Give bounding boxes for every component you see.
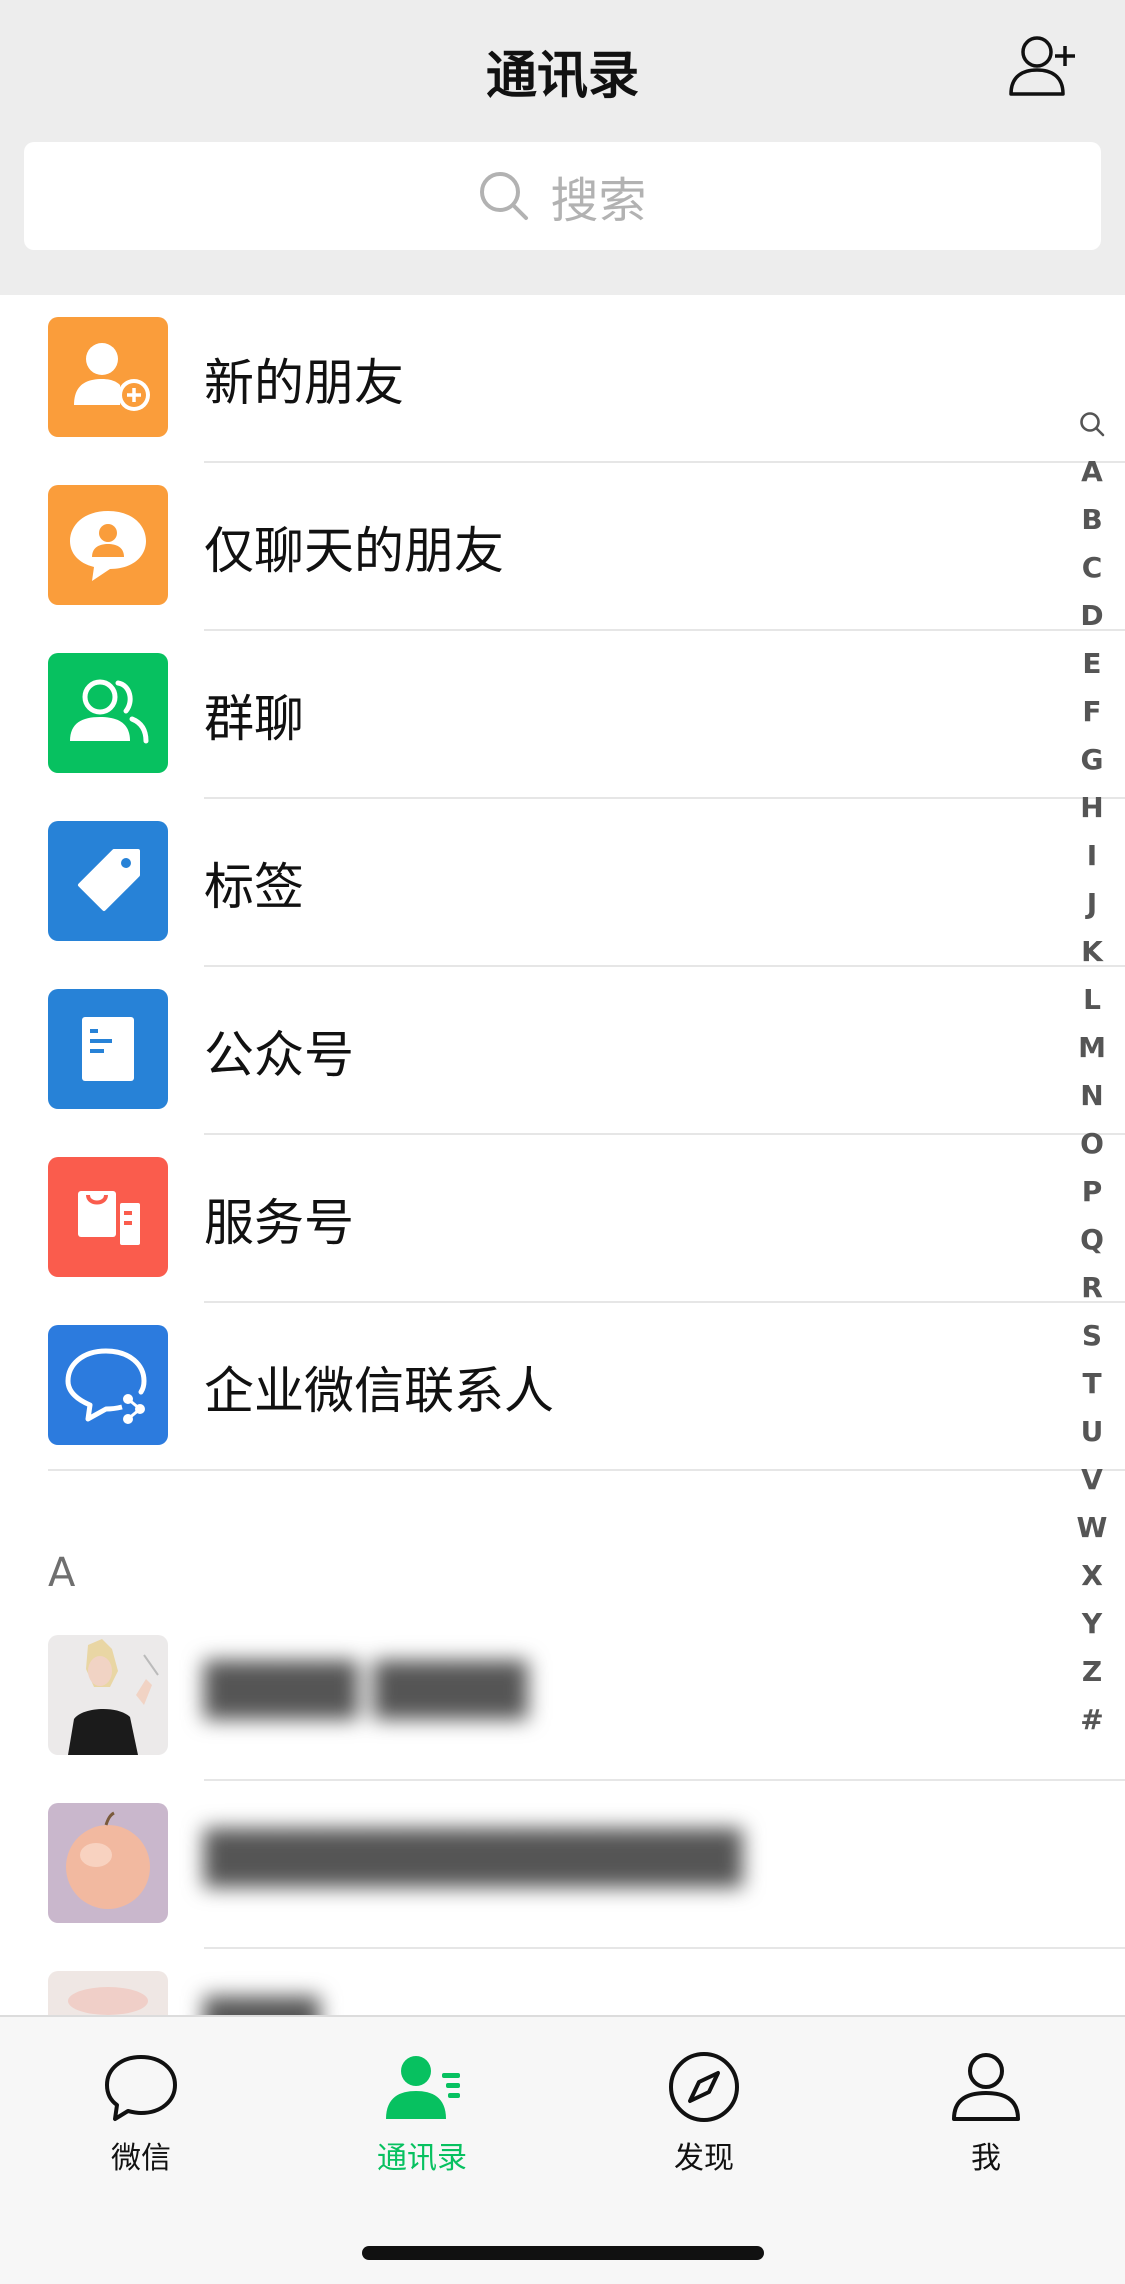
index-letter[interactable]: Q <box>1070 1216 1114 1264</box>
index-letter[interactable]: K <box>1070 928 1114 976</box>
chat-bubble-icon <box>105 2055 177 2121</box>
new-friend-icon <box>48 317 168 437</box>
page-title: 通讯录 <box>485 47 639 106</box>
contact-list[interactable]: 新的朋友 仅聊天的朋友 群聊 标签 公众号 服务号 企业微信联系人 A ████… <box>0 295 1125 2015</box>
index-letter[interactable]: D <box>1070 592 1114 640</box>
tags-label: 标签 <box>204 858 304 916</box>
wecom-contacts-item[interactable]: 企业微信联系人 <box>0 1303 1125 1471</box>
index-letter[interactable]: Y <box>1070 1600 1114 1648</box>
index-letter[interactable]: M <box>1070 1024 1114 1072</box>
index-letter[interactable]: Z <box>1070 1648 1114 1696</box>
index-letter[interactable]: # <box>1070 1696 1114 1744</box>
contact-row[interactable]: ██████████████ <box>0 1781 1125 1949</box>
tab-label: 发现 <box>674 2141 734 2176</box>
index-letter[interactable]: I <box>1070 832 1114 880</box>
tab-label: 微信 <box>111 2141 171 2176</box>
official-accounts-label: 公众号 <box>204 1026 354 1084</box>
index-letter[interactable]: T <box>1070 1360 1114 1408</box>
section-header: A <box>48 1550 76 1596</box>
index-search-icon[interactable] <box>1070 400 1114 448</box>
group-chats-item[interactable]: 群聊 <box>0 631 1125 799</box>
index-letter[interactable]: E <box>1070 640 1114 688</box>
contacts-icon <box>386 2056 460 2119</box>
compass-icon <box>669 2052 739 2122</box>
index-letter[interactable]: W <box>1070 1504 1114 1552</box>
avatar <box>48 1971 168 2015</box>
index-letter[interactable]: P <box>1070 1168 1114 1216</box>
alphabet-index[interactable]: A B C D E F G H I J K L M N O P Q R S T … <box>1070 400 1114 1744</box>
index-letter[interactable]: V <box>1070 1456 1114 1504</box>
contact-row[interactable]: ███ <box>0 1949 1125 2015</box>
index-letter[interactable]: C <box>1070 544 1114 592</box>
contact-name: ████ ████ <box>204 1661 528 1719</box>
tags-item[interactable]: 标签 <box>0 799 1125 967</box>
official-account-icon <box>48 989 168 1109</box>
avatar <box>48 1803 168 1923</box>
contact-row[interactable]: ████ ████ <box>0 1613 1125 1781</box>
tab-contacts[interactable]: 通讯录 <box>327 2047 517 2187</box>
index-letter[interactable]: B <box>1070 496 1114 544</box>
tag-icon <box>48 821 168 941</box>
group-chat-icon <box>48 653 168 773</box>
index-letter[interactable]: U <box>1070 1408 1114 1456</box>
chat-only-friends-item[interactable]: 仅聊天的朋友 <box>0 463 1125 631</box>
index-letter[interactable]: H <box>1070 784 1114 832</box>
search-box[interactable]: 搜索 <box>24 142 1101 250</box>
index-letter[interactable]: N <box>1070 1072 1114 1120</box>
index-letter[interactable]: S <box>1070 1312 1114 1360</box>
new-friends-label: 新的朋友 <box>204 354 404 412</box>
search-placeholder: 搜索 <box>550 173 647 229</box>
contact-name: ██████████████ <box>204 1829 743 1887</box>
official-accounts-item[interactable]: 公众号 <box>0 967 1125 1135</box>
tab-me[interactable]: 我 <box>891 2047 1081 2187</box>
tab-discover[interactable]: 发现 <box>609 2047 799 2187</box>
index-letter[interactable]: L <box>1070 976 1114 1024</box>
wecom-contacts-label: 企业微信联系人 <box>204 1362 554 1420</box>
service-account-icon <box>48 1157 168 1277</box>
top-bar: 通讯录 搜索 <box>0 0 1125 295</box>
tab-label: 通讯录 <box>377 2141 467 2176</box>
person-icon <box>952 2053 1020 2121</box>
service-accounts-item[interactable]: 服务号 <box>0 1135 1125 1303</box>
tab-bar: 微信 通讯录 发现 我 <box>0 2015 1125 2284</box>
add-contact-icon <box>1009 36 1075 96</box>
home-indicator <box>362 2246 764 2260</box>
index-letter[interactable]: O <box>1070 1120 1114 1168</box>
index-letter[interactable]: F <box>1070 688 1114 736</box>
chat-only-friends-label: 仅聊天的朋友 <box>204 522 504 580</box>
chat-only-friend-icon <box>48 485 168 605</box>
new-friends-item[interactable]: 新的朋友 <box>0 295 1125 463</box>
add-contact-button[interactable] <box>1007 32 1081 98</box>
search-icon <box>480 172 529 220</box>
tab-chats[interactable]: 微信 <box>46 2047 236 2187</box>
contact-name: ███ <box>204 1997 319 2015</box>
wecom-contact-icon <box>48 1325 168 1445</box>
index-letter[interactable]: J <box>1070 880 1114 928</box>
index-letter[interactable]: G <box>1070 736 1114 784</box>
index-letter[interactable]: R <box>1070 1264 1114 1312</box>
group-chats-label: 群聊 <box>204 690 304 748</box>
tab-label: 我 <box>971 2141 1001 2176</box>
divider <box>48 1469 1125 1471</box>
service-accounts-label: 服务号 <box>204 1194 354 1252</box>
index-letter[interactable]: A <box>1070 448 1114 496</box>
avatar <box>48 1635 168 1755</box>
index-letter[interactable]: X <box>1070 1552 1114 1600</box>
